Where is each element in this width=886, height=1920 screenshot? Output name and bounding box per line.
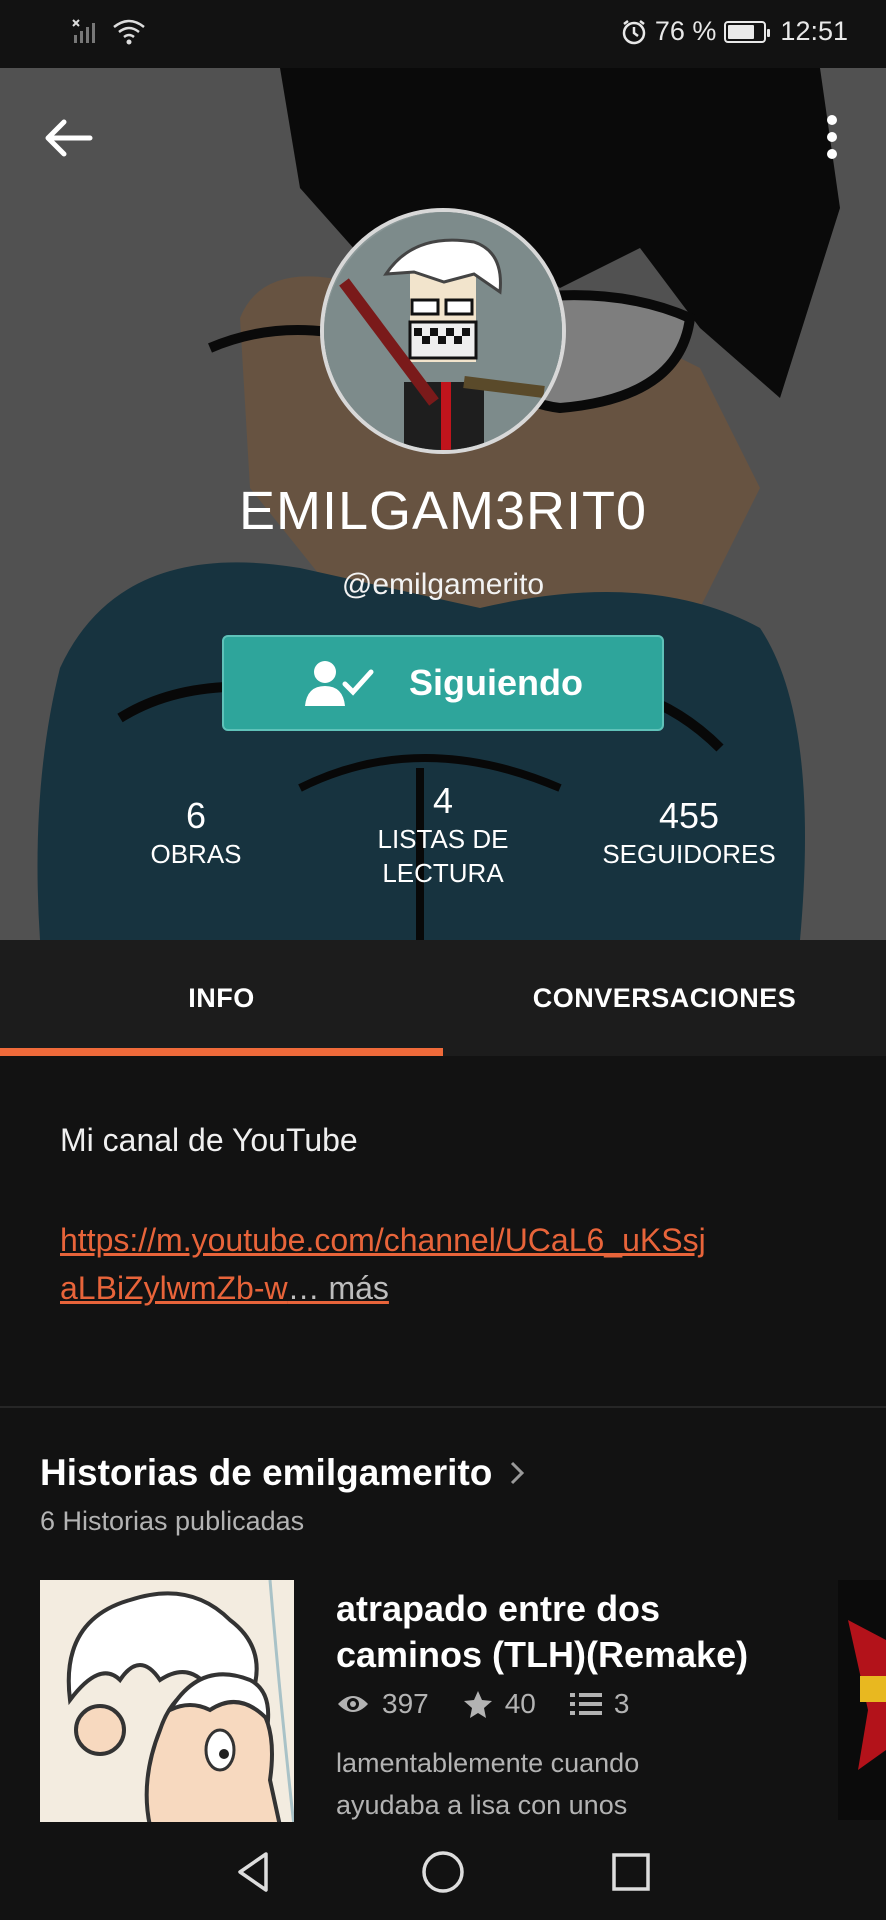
story-stats: 397 40 3 [336, 1688, 663, 1720]
eye-icon [338, 1696, 368, 1712]
user-check-icon [305, 661, 374, 706]
stories-count: 6 Historias publicadas [40, 1506, 305, 1536]
alarm-icon [622, 19, 646, 44]
stat-works[interactable]: 6 OBRAS [96, 795, 296, 871]
avatar[interactable] [320, 208, 566, 454]
more-options-icon[interactable] [822, 112, 842, 164]
story-title: atrapado entre dos caminos (TLH)(Remake) [336, 1588, 749, 1675]
battery-icon [724, 20, 771, 43]
story-cover-image [40, 1580, 294, 1826]
star-icon [463, 1691, 492, 1718]
status-bar: 76 % 12:51 [0, 0, 886, 68]
profile-display-name: EMILGAM3RIT0 [238, 481, 648, 541]
battery-percent: 76 % [654, 16, 717, 46]
next-story-cover[interactable] [838, 1580, 886, 1820]
profile-description: Mi canal de YouTube [60, 1122, 358, 1158]
stat-followers-value: 455 [658, 795, 720, 836]
story-votes: 40 [504, 1688, 536, 1719]
info-section: Mi canal de YouTube https://m.youtube.co… [0, 1056, 886, 1406]
nav-home-icon[interactable] [415, 1844, 471, 1900]
profile-header: EMILGAM3RIT0 @emilgamerito Siguiendo 6 O… [0, 68, 886, 940]
list-icon [569, 1693, 602, 1715]
story-card[interactable]: atrapado entre dos caminos (TLH)(Remake)… [40, 1580, 886, 1826]
avatar-image [324, 212, 562, 450]
stat-works-value: 6 [185, 795, 207, 836]
story-reads: 397 [382, 1688, 429, 1719]
clock: 12:51 [780, 16, 848, 46]
tab-conversations-label: CONVERSACIONES [532, 982, 797, 1013]
back-arrow-icon[interactable] [40, 114, 96, 162]
show-more-link[interactable]: … más [288, 1270, 389, 1306]
profile-handle: @emilgamerito [341, 568, 545, 601]
section-divider [0, 1406, 886, 1408]
nav-back-icon[interactable] [226, 1844, 282, 1900]
wifi-icon [113, 19, 145, 45]
following-button-label: Siguiendo [409, 662, 583, 703]
stories-header[interactable]: Historias de emilgamerito [40, 1452, 526, 1494]
profile-tabs: INFO CONVERSACIONES [0, 940, 886, 1056]
stat-followers[interactable]: 455 SEGUIDORES [579, 795, 799, 871]
stat-works-label: OBRAS [150, 839, 242, 869]
tab-info-label: INFO [188, 982, 255, 1013]
story-cover [40, 1580, 294, 1826]
stat-followers-label: SEGUIDORES [602, 839, 776, 869]
nav-recents-icon[interactable] [603, 1844, 659, 1900]
story-parts: 3 [613, 1688, 630, 1719]
stories-title: Historias de emilgamerito [40, 1452, 493, 1493]
tab-info[interactable]: INFO [0, 940, 443, 1056]
next-story-cover-image [838, 1580, 886, 1820]
stat-reading-lists[interactable]: 4 LISTAS DE LECTURA [343, 780, 543, 890]
following-button[interactable]: Siguiendo [222, 635, 664, 731]
system-navigation-bar [0, 1822, 886, 1920]
chevron-right-icon [511, 1461, 525, 1485]
active-tab-indicator [0, 1048, 443, 1056]
stat-reading-lists-value: 4 [432, 780, 454, 821]
stat-reading-lists-label-line1: LISTAS DE [377, 824, 509, 854]
tab-conversations[interactable]: CONVERSACIONES [443, 940, 886, 1056]
signal-off-icon [72, 19, 95, 43]
story-description: lamentablemente cuando ayudaba a lisa co… [336, 1748, 640, 1820]
stat-reading-lists-label-line2: LECTURA [382, 858, 504, 888]
